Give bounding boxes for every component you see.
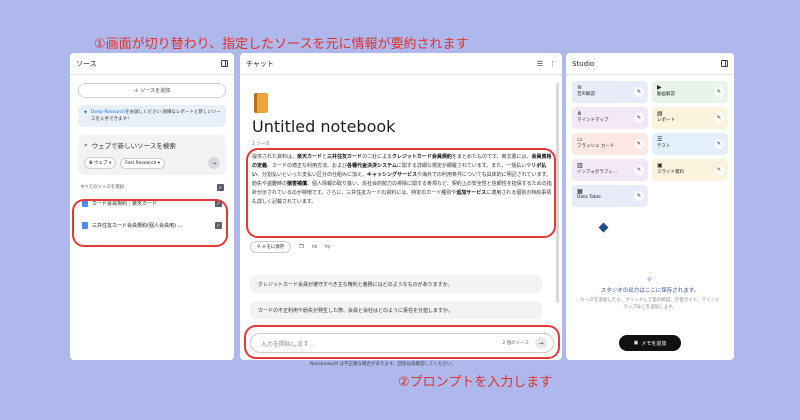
select-all-checkbox[interactable]: ✓ — [217, 184, 224, 191]
waveform-icon: ≋ — [577, 84, 583, 91]
slides-icon: ▣ — [657, 162, 663, 169]
search-icon: ⌕ — [84, 140, 88, 149]
edit-icon[interactable]: ✎ — [714, 113, 724, 123]
copy-icon[interactable]: ❐ — [299, 244, 303, 250]
edit-icon[interactable]: ✎ — [634, 191, 644, 201]
caption-summary: ①画面が切り替わり、指定したソースを元に情報が要約されます — [94, 37, 469, 52]
studio-tile-label: Data Table — [577, 195, 601, 200]
edit-icon[interactable]: ✎ — [634, 139, 644, 149]
studio-title: Studio — [572, 59, 595, 68]
collapse-panel-icon[interactable] — [221, 60, 228, 67]
thumbs-up-icon[interactable]: 👍︎ — [312, 244, 317, 250]
caption-prompt: ②プロンプトを入力します — [398, 375, 553, 390]
table-icon: ▦ — [577, 188, 583, 195]
loading-diamond-icon — [598, 222, 609, 233]
studio-tile[interactable]: ☰ テスト ✎ — [652, 133, 728, 155]
note-icon: ▣ — [633, 340, 639, 346]
studio-tile-label: マインドマップ — [577, 118, 609, 123]
studio-tile[interactable]: ▶ 動画解説 ✎ — [652, 81, 728, 103]
studio-tile-label: フラッシュ カード — [577, 144, 615, 149]
studio-tile[interactable]: ▣ スライド資料 ✎ — [652, 159, 728, 181]
chat-header: チャット ☰ ⋮ — [240, 53, 562, 75]
studio-tile[interactable]: ▤ レポート ✎ — [652, 107, 728, 129]
deep-research-link[interactable]: Deep Research — [91, 110, 125, 115]
studio-tile[interactable]: ⋔ マインドマップ ✎ — [572, 107, 648, 129]
response-actions: ⚲ メモに保存 ❐ 👍︎ 👎︎ — [250, 241, 330, 253]
web-chip-label: ウェブ — [94, 161, 108, 166]
edit-icon[interactable]: ✎ — [714, 165, 724, 175]
edit-icon[interactable]: ✎ — [634, 113, 644, 123]
studio-tile-label: レポート — [657, 118, 675, 123]
web-search-box: ⌕ ウェブで新しいソースを検索 🌐︎ ウェブ ▾ Fast Research ▾ … — [78, 135, 226, 175]
studio-panel: Studio ≋ 音声解説 ✎ ▶ 動画解説 ✎ ⋔ マインドマップ ✎ ▤ レポート ✎ ▭ フラッシュ… — [566, 53, 734, 360]
select-all-row[interactable]: すべてのソースを選択 ✓ — [80, 184, 224, 191]
save-memo-button[interactable]: ⚲ メモに保存 — [250, 241, 292, 253]
studio-tile-label: 動画解説 — [657, 92, 675, 97]
sparkle-icon: ✦ — [83, 109, 89, 116]
studio-header: Studio — [566, 53, 734, 75]
disclaimer-footer: NotebookLM は不正確な場合があります。回答は再確認してください。 — [310, 362, 456, 367]
research-mode-chip[interactable]: Fast Research ▾ — [120, 157, 166, 169]
suggested-question[interactable]: クレジットカード会員が遵守すべき主な権利と義務にはどのようなものがありますか。 — [250, 275, 542, 293]
studio-tile[interactable]: ▥ インフォグラフィ... ✎ — [572, 159, 648, 181]
video-icon: ▶ — [657, 84, 662, 91]
suggested-question[interactable]: カードの不正利用や紛失が発生した際、会員と会社はどのように責任を分担しますか。 — [250, 301, 542, 319]
web-chip[interactable]: 🌐︎ ウェブ ▾ — [84, 157, 117, 169]
highlight-summary — [246, 148, 556, 238]
sources-title: ソース — [76, 59, 97, 68]
web-search-input[interactable]: ウェブで新しいソースを検索 — [92, 140, 176, 150]
thumbs-down-icon[interactable]: 👎︎ — [325, 244, 330, 250]
saved-description: ソースを追加したら、クリックして音声解説、学習ガイド、マインドマップなどを追加し… — [580, 298, 720, 310]
sources-panel: ソース ＋ ソースを追加 ✦ Deep Researchをお試しください 詳細な… — [70, 53, 234, 360]
save-memo-label: メモに保存 — [261, 245, 285, 250]
edit-icon[interactable]: ✎ — [714, 87, 724, 97]
studio-tile[interactable]: ≋ 音声解説 ✎ — [572, 81, 648, 103]
sources-header: ソース — [70, 53, 234, 75]
scrollbar[interactable] — [556, 83, 559, 303]
source-count: 2 ソース — [252, 142, 270, 147]
flashcard-icon: ▭ — [577, 136, 583, 143]
studio-tile-label: インフォグラフィ... — [577, 170, 618, 175]
report-icon: ▤ — [657, 110, 663, 117]
research-chip-label: Fast Research — [125, 160, 157, 166]
edit-icon[interactable]: ✎ — [634, 165, 644, 175]
add-source-button[interactable]: ＋ ソースを追加 — [78, 83, 226, 98]
studio-tiles: ≋ 音声解説 ✎ ▶ 動画解説 ✎ ⋔ マインドマップ ✎ ▤ レポート ✎ ▭ フラッシュ カード ✎ ☰ テ… — [572, 81, 728, 207]
more-icon[interactable]: ⋮ — [549, 60, 556, 68]
edit-icon[interactable]: ✎ — [634, 87, 644, 97]
mindmap-icon: ⋔ — [577, 110, 583, 117]
select-all-label: すべてのソースを選択 — [80, 185, 125, 190]
infographic-icon: ▥ — [577, 162, 583, 169]
notebook-emoji-icon — [254, 93, 268, 113]
quiz-icon: ☰ — [657, 136, 663, 143]
add-note-label: メモを追加 — [641, 340, 667, 347]
chat-panel: チャット ☰ ⋮ Untitled notebook 2 ソース 提供された資料… — [240, 53, 562, 360]
deep-research-banner[interactable]: ✦ Deep Researchをお試しください 詳細なレポートと新しいソースを入… — [78, 105, 226, 127]
studio-tile[interactable]: ▦ Data Table ✎ — [572, 185, 648, 207]
highlight-input — [244, 325, 560, 359]
studio-tile-label: スライド資料 — [657, 170, 684, 175]
search-submit-button[interactable]: → — [208, 157, 220, 169]
tune-icon[interactable]: ☰ — [537, 60, 543, 68]
edit-icon[interactable]: ✎ — [714, 139, 724, 149]
collapse-panel-icon[interactable] — [721, 60, 728, 67]
studio-tile-label: 音声解説 — [577, 92, 595, 97]
chat-title: チャット — [246, 59, 274, 68]
notebook-title[interactable]: Untitled notebook — [252, 117, 395, 136]
studio-tile-label: テスト — [657, 144, 671, 149]
highlight-sources — [72, 199, 228, 247]
magic-wand-icon: ✧ — [646, 275, 653, 284]
studio-tile[interactable]: ▭ フラッシュ カード ✎ — [572, 133, 648, 155]
saved-title: スタジオの出力はここに保存されます。 — [600, 288, 700, 294]
add-note-button[interactable]: ▣ メモを追加 — [619, 335, 681, 351]
